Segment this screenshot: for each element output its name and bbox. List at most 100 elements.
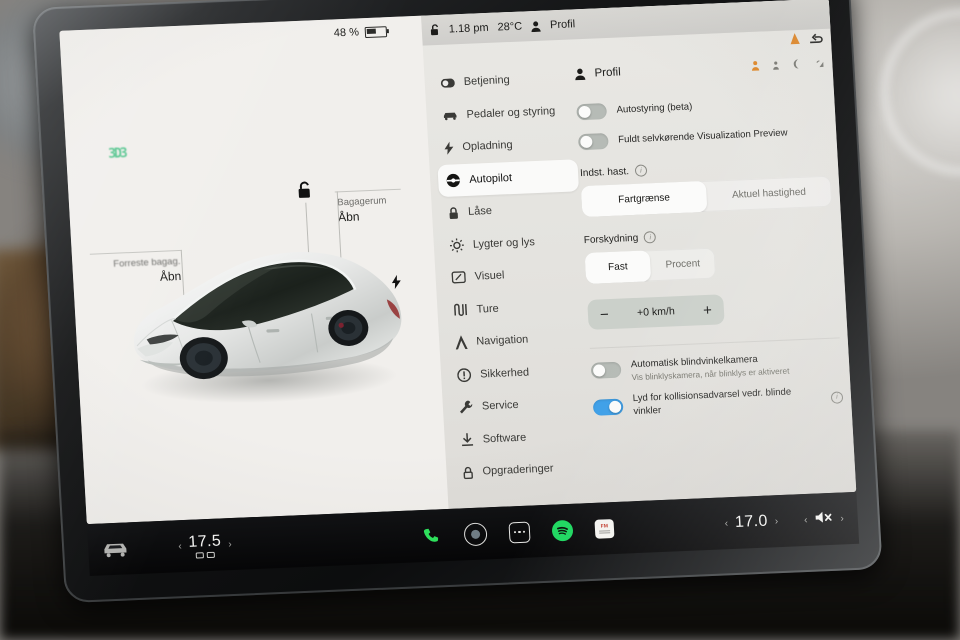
green-logo: 3D3 xyxy=(107,146,127,162)
segment-aktuel-hastighed[interactable]: Aktuel hastighed xyxy=(706,176,833,212)
info-icon[interactable]: i xyxy=(830,391,844,404)
screen-display: 3D3 Bagagerum Åbn Forreste bagag. Åbn 1.… xyxy=(59,0,857,525)
menu-label: Lygter og lys xyxy=(472,235,536,251)
menu-label: Navigation xyxy=(475,333,529,348)
menu-item-visuel[interactable]: Visuel xyxy=(443,256,585,294)
toggle-autostyring[interactable]: Autostyring (beta) xyxy=(576,94,827,121)
apps-grid-icon[interactable] xyxy=(508,521,531,543)
toggle-switch[interactable] xyxy=(577,132,609,151)
charge-bolt-icon xyxy=(391,274,401,294)
segment-procent[interactable]: Procent xyxy=(649,248,716,282)
volume-down-arrow[interactable]: ‹ xyxy=(804,514,808,525)
fm-radio-icon[interactable]: FM xyxy=(594,518,615,539)
sun-icon xyxy=(449,238,464,253)
menu-label: Visuel xyxy=(474,269,505,283)
info-icon[interactable]: i xyxy=(643,231,657,244)
moon-icon[interactable] xyxy=(792,56,801,74)
dock-app-launcher: FM xyxy=(419,517,615,548)
temp-decrease-arrow[interactable]: ‹ xyxy=(178,541,182,552)
settings-menu: Betjening Pedaler og styring Opladning A… xyxy=(432,61,595,489)
toggle-switch[interactable] xyxy=(576,103,608,121)
bolt-icon xyxy=(444,141,454,155)
alert-circle-icon xyxy=(457,368,472,382)
car-visualization-pane: 3D3 Bagagerum Åbn Forreste bagag. Åbn xyxy=(59,15,449,525)
menu-item-betjening[interactable]: Betjening xyxy=(432,61,574,99)
toggle-switch[interactable] xyxy=(592,398,624,416)
orange-warning-icon[interactable] xyxy=(790,32,801,50)
wrench-icon xyxy=(460,400,473,414)
battery-indicator: 48 % xyxy=(334,25,388,39)
speed-setting-segmented-control[interactable]: Fartgrænse Aktuel hastighed xyxy=(580,175,833,218)
temp-increase-arrow[interactable]: › xyxy=(774,516,778,527)
stepper-plus-button[interactable]: + xyxy=(703,301,713,318)
toggle-blindspot-camera[interactable]: Automatisk blindvinkelkamera Vis blinkly… xyxy=(590,350,842,384)
toggle-label: Fuldt selvkørende Visualization Preview xyxy=(617,127,788,146)
toggle-blindspot-sound[interactable]: Lyd for kollisionsadvarsel vedr. blinde … xyxy=(592,385,844,420)
mute-icon[interactable] xyxy=(814,509,834,529)
passenger-temperature-control[interactable]: ‹ 17.0 › xyxy=(724,512,778,532)
toggle-label: Lyd for kollisionsadvarsel vedr. blinde … xyxy=(632,386,792,418)
signal-icon[interactable] xyxy=(813,55,825,73)
menu-label: Låse xyxy=(467,205,493,219)
offset-setting-segmented-control[interactable]: Fast Procent xyxy=(584,247,717,285)
segment-fast[interactable]: Fast xyxy=(584,250,652,285)
profile-icon[interactable] xyxy=(531,20,542,32)
menu-label: Betjening xyxy=(463,74,510,89)
menu-label: Software xyxy=(482,431,527,446)
driver-temperature-control[interactable]: ‹ 17.5 › xyxy=(178,532,233,559)
lock-icon xyxy=(449,207,458,219)
speed-setting-label: Indst. hast. i xyxy=(580,157,830,179)
dock-right-controls: ‹ 17.0 › ‹ › xyxy=(724,509,844,533)
trunk-label-rule xyxy=(334,188,401,193)
person-icon[interactable] xyxy=(772,57,780,75)
panel-status-icons xyxy=(751,55,825,76)
toggle-fsd-visualization[interactable]: Fuldt selvkørende Visualization Preview xyxy=(577,124,829,151)
phone-icon[interactable] xyxy=(419,524,442,547)
temp-decrease-arrow[interactable]: ‹ xyxy=(724,518,728,529)
profile-name[interactable]: Profil xyxy=(550,18,576,31)
camera-icon[interactable] xyxy=(463,521,488,546)
menu-label: Service xyxy=(481,399,519,413)
volume-control[interactable]: ‹ › xyxy=(804,509,845,530)
lock-status-icon[interactable] xyxy=(430,24,441,36)
toggle-switch[interactable] xyxy=(590,361,622,379)
menu-item-opladning[interactable]: Opladning xyxy=(436,126,578,164)
navigation-arrow-icon xyxy=(455,335,468,350)
offset-setting-text: Forskydning xyxy=(583,232,639,246)
info-icon[interactable]: i xyxy=(634,164,648,177)
menu-item-laase[interactable]: Låse xyxy=(439,191,581,229)
car-front-icon[interactable] xyxy=(102,535,129,562)
spotify-icon[interactable] xyxy=(551,519,574,542)
menu-label: Pedaler og styring xyxy=(466,104,556,121)
menu-item-navigation[interactable]: Navigation xyxy=(446,321,588,359)
offset-stepper[interactable]: − +0 km/h + xyxy=(587,294,725,330)
toggle-label: Autostyring (beta) xyxy=(616,101,693,116)
offset-setting-label: Forskydning i xyxy=(583,224,833,246)
seat-icon[interactable] xyxy=(809,31,824,50)
photo-scene: 3D3 Bagagerum Åbn Forreste bagag. Åbn 1.… xyxy=(0,0,960,640)
orange-person-icon[interactable] xyxy=(751,58,760,76)
outside-temperature: 28°C xyxy=(497,20,523,34)
speed-setting-text: Indst. hast. xyxy=(579,165,630,179)
menu-item-service[interactable]: Service xyxy=(450,386,592,424)
segment-fartgraense[interactable]: Fartgrænse xyxy=(580,180,708,218)
volume-up-arrow[interactable]: › xyxy=(840,513,844,524)
toggle-icon xyxy=(440,78,455,88)
vehicle-image[interactable] xyxy=(110,206,431,419)
driver-temp-value: 17.5 xyxy=(187,532,222,551)
panel-title: Profil xyxy=(594,66,622,80)
settings-panel: 1.18 pm 28°C Profil 48 % Betjening Pedal… xyxy=(334,0,857,509)
temp-increase-arrow[interactable]: › xyxy=(228,539,232,550)
battery-percent: 48 % xyxy=(333,26,360,40)
menu-label: Opladning xyxy=(462,139,513,154)
section-divider xyxy=(589,337,840,349)
stepper-minus-button[interactable]: − xyxy=(600,306,610,323)
menu-label: Sikkerhed xyxy=(479,366,530,381)
menu-item-opgraderinger[interactable]: Opgraderinger xyxy=(454,451,596,489)
stepper-value: +0 km/h xyxy=(636,305,676,319)
upgrade-lock-icon xyxy=(463,466,473,479)
dock-left-climate: ‹ 17.5 › xyxy=(102,531,233,562)
seat-heater-indicators[interactable] xyxy=(195,551,216,559)
display-icon xyxy=(451,271,466,284)
unlocked-padlock-icon[interactable] xyxy=(296,180,314,205)
